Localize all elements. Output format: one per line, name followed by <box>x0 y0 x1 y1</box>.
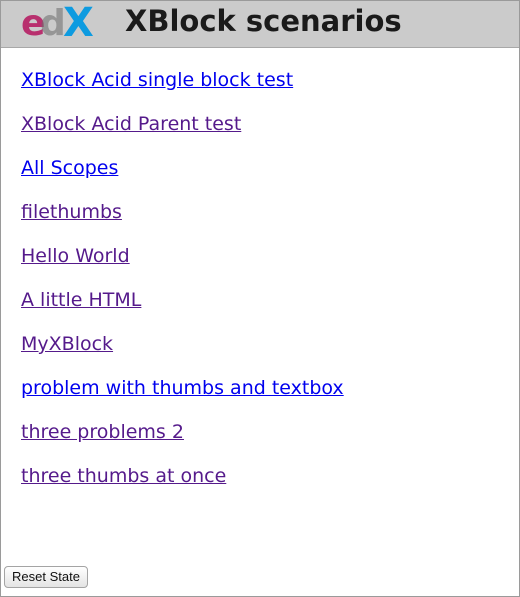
logo-letter-d: d <box>40 3 66 43</box>
scenario-link[interactable]: three problems 2 <box>21 421 184 443</box>
logo-letter-x: X <box>63 3 94 43</box>
scenario-link[interactable]: XBlock Acid single block test <box>21 69 293 91</box>
page-title: XBlock scenarios <box>125 4 402 38</box>
scenario-item: problem with thumbs and textbox <box>21 376 344 420</box>
scenario-item: three problems 2 <box>21 420 344 464</box>
scenario-link[interactable]: XBlock Acid Parent test <box>21 113 241 135</box>
page-header: e d X XBlock scenarios <box>1 1 519 48</box>
scenario-item: A little HTML <box>21 288 344 332</box>
scenario-item: Hello World <box>21 244 344 288</box>
scenario-link[interactable]: three thumbs at once <box>21 465 226 487</box>
scenario-link[interactable]: All Scopes <box>21 157 118 179</box>
scenario-link[interactable]: filethumbs <box>21 201 122 223</box>
scenario-item: MyXBlock <box>21 332 344 376</box>
scenario-list: XBlock Acid single block test XBlock Acid… <box>21 68 344 508</box>
reset-state-button[interactable]: Reset State <box>4 566 88 588</box>
scenario-item: XBlock Acid single block test <box>21 68 344 112</box>
scenario-item: XBlock Acid Parent test <box>21 112 344 156</box>
scenario-item: All Scopes <box>21 156 344 200</box>
edx-logo: e d X <box>21 3 94 43</box>
scenario-item: three thumbs at once <box>21 464 344 508</box>
scenario-link[interactable]: MyXBlock <box>21 333 113 355</box>
scenario-link[interactable]: problem with thumbs and textbox <box>21 377 344 399</box>
app-window: e d X XBlock scenarios XBlock Acid singl… <box>0 0 520 597</box>
scenario-link[interactable]: A little HTML <box>21 289 141 311</box>
scenario-link[interactable]: Hello World <box>21 245 130 267</box>
scenario-item: filethumbs <box>21 200 344 244</box>
